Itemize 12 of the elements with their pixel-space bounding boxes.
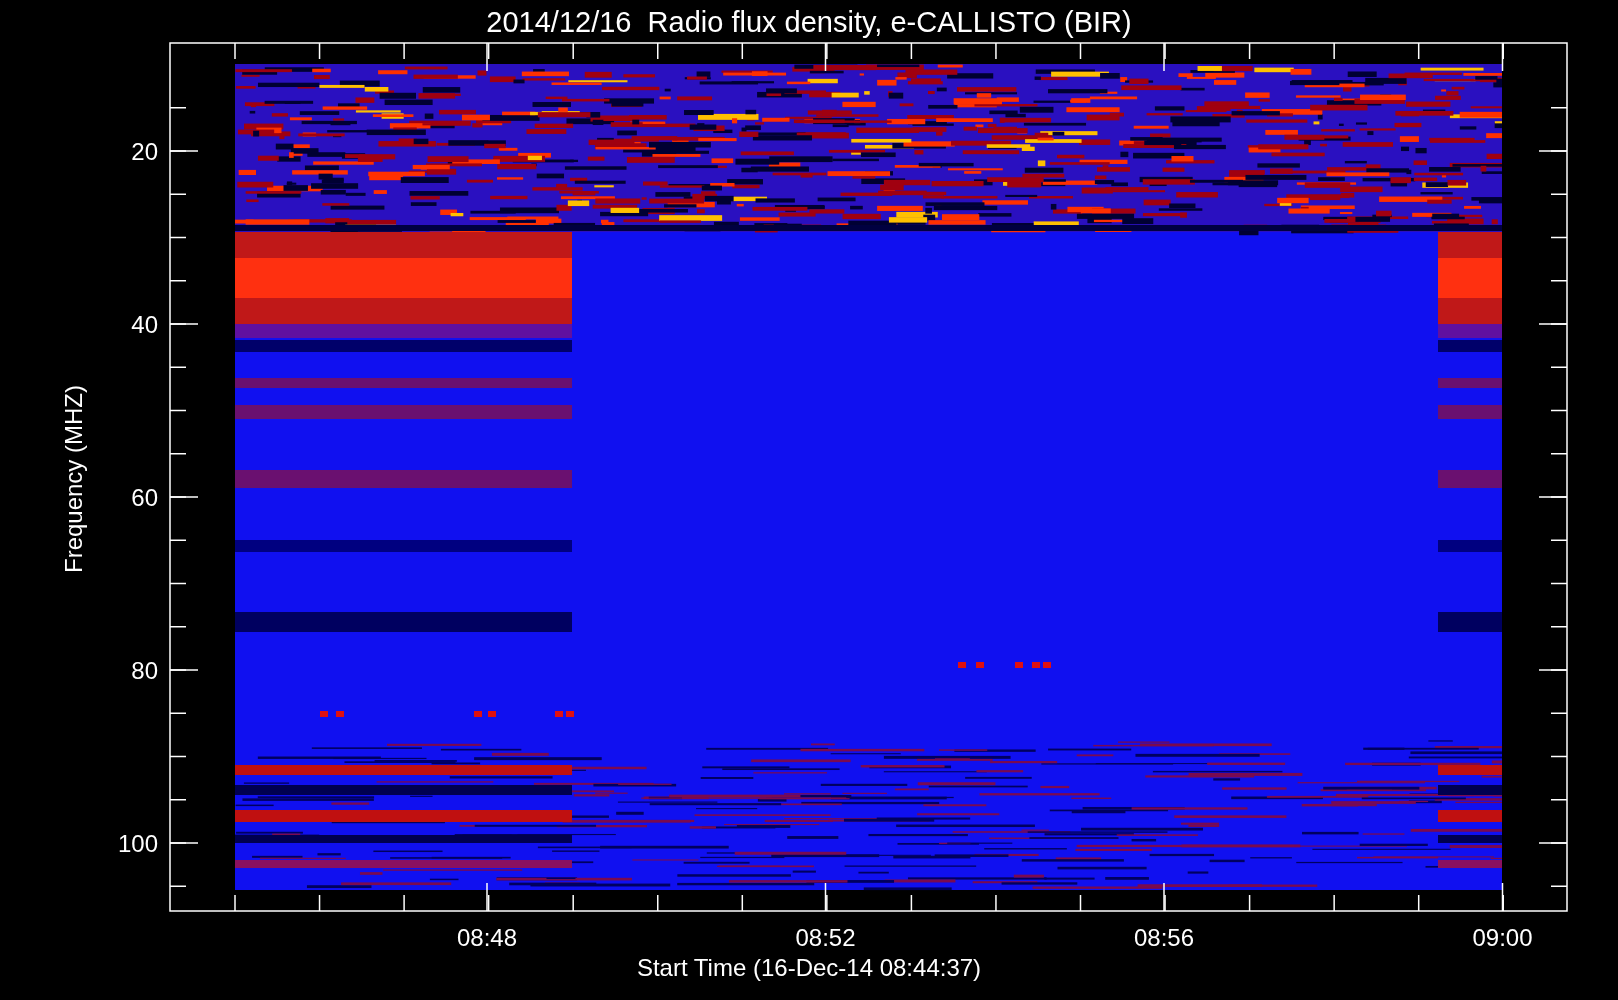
tick-label: 08:52 (795, 924, 856, 951)
tick-label: 08:48 (456, 924, 518, 951)
tick-label: 20 (131, 138, 158, 165)
tick-label: 09:00 (1472, 924, 1533, 951)
plot-title: 2014/12/16 Radio flux density, e-CALLISTO (BIR) (486, 6, 1132, 38)
tick-label: 08:56 (1133, 924, 1195, 951)
tick-label: 60 (131, 484, 158, 511)
axis-label: Frequency (MHZ) (60, 385, 87, 573)
tick-label: 100 (117, 830, 158, 857)
tick-label: 40 (131, 311, 158, 338)
axis-label: Start Time (16-Dec-14 08:44:37) (636, 954, 982, 981)
tick-label: 80 (131, 657, 158, 684)
